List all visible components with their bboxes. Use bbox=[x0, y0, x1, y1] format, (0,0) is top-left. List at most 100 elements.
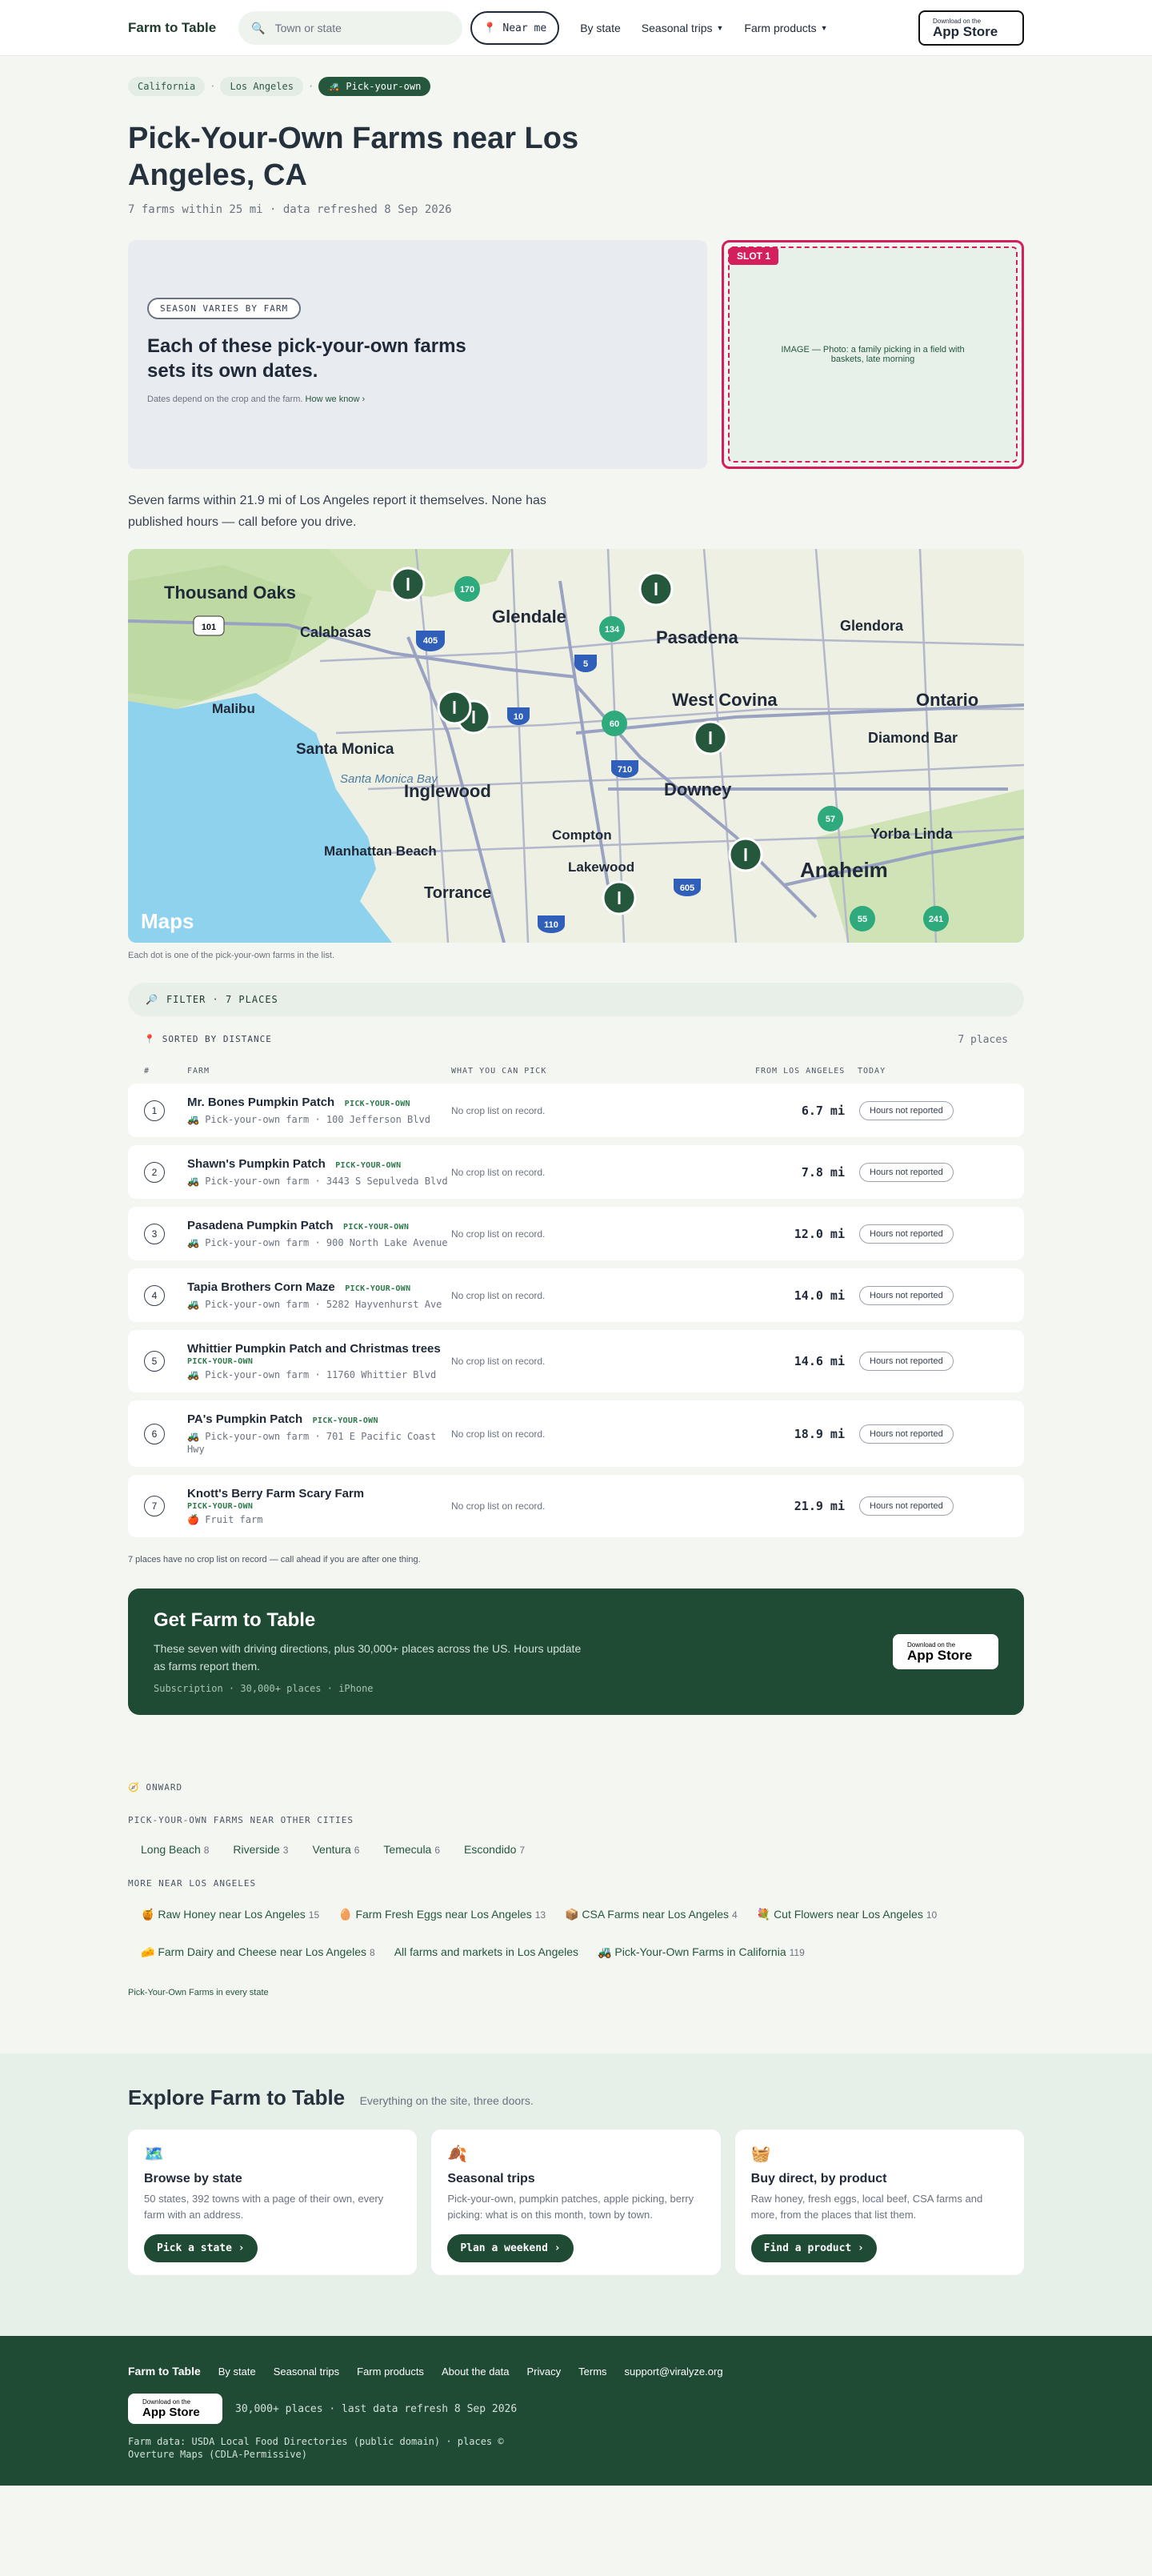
farm-marker[interactable] bbox=[728, 837, 763, 872]
card-text: Raw honey, fresh eggs, local beef, CSA f… bbox=[750, 2193, 983, 2221]
table-row[interactable]: 2 Shawn's Pumpkin Patch PICK-YOUR-OWN 🚜 Pi… bbox=[128, 1145, 1024, 1199]
season-pill: SEASON VARIES BY FARM bbox=[147, 298, 302, 319]
card-title: Buy direct, by product bbox=[750, 2172, 887, 2185]
more-links: 🍯 Raw Honey near Los Angeles 15 🥚 Farm Fre… bbox=[128, 1908, 1024, 1959]
breadcrumb-pick-your-own[interactable]: 🚜 Pick-your-own bbox=[318, 77, 431, 96]
farm-name[interactable]: PA's Pumpkin Patch bbox=[187, 1412, 302, 1426]
footer-link[interactable]: About the data bbox=[442, 2366, 510, 2378]
svg-text:10: 10 bbox=[514, 712, 523, 722]
related-link[interactable]: 🥚 Farm Fresh Eggs near Los Angeles 13 bbox=[338, 1908, 546, 1921]
app-cta: Get Farm to Table These seven with drivi… bbox=[128, 1588, 1024, 1715]
table-row[interactable]: 4 Tapia Brothers Corn Maze PICK-YOUR-OWN 🚜… bbox=[128, 1268, 1024, 1322]
near-me-button[interactable]: 📍 Near me bbox=[470, 11, 560, 45]
farm-marker[interactable] bbox=[638, 571, 674, 607]
card-button[interactable]: Pick a state › bbox=[144, 2234, 258, 2262]
crop-list: No crop list on record. bbox=[451, 1166, 546, 1178]
city-links: Long Beach 8 Riverside 3 Ventura 6 Temecula 6 Es… bbox=[128, 1843, 1024, 1856]
city-link[interactable]: Ventura 6 bbox=[312, 1843, 359, 1856]
highway-shield: 57 bbox=[818, 806, 843, 831]
hours-badge: Hours not reported bbox=[859, 1162, 954, 1182]
svg-text:710: 710 bbox=[618, 765, 632, 775]
search-input[interactable]: 🔍 Town or state bbox=[238, 11, 463, 45]
card-button[interactable]: Plan a weekend › bbox=[447, 2234, 574, 2262]
distance: 6.7 mi bbox=[801, 1103, 845, 1118]
farm-address: 🚜 Pick-your-own farm · 900 North Lake Av… bbox=[187, 1236, 451, 1249]
footer-link[interactable]: Seasonal trips bbox=[274, 2366, 339, 2378]
table-row[interactable]: 7 Knott's Berry Farm Scary Farm PICK-YOUR… bbox=[128, 1475, 1024, 1537]
farm-name[interactable]: Whittier Pumpkin Patch and Christmas tre… bbox=[187, 1342, 441, 1356]
season-panel: SEASON VARIES BY FARM Each of these pick… bbox=[128, 240, 707, 469]
row-number: 3 bbox=[144, 1223, 165, 1244]
related-link[interactable]: All farms and markets in Los Angeles bbox=[394, 1945, 578, 1959]
site-header: Farm to Table 🔍 Town or state 📍 Near me … bbox=[0, 0, 1152, 56]
city-count: 7 bbox=[519, 1845, 526, 1856]
farm-name[interactable]: Mr. Bones Pumpkin Patch bbox=[187, 1096, 334, 1109]
map-canvas: Thousand Oaks Calabasas Glendale Pasaden… bbox=[128, 549, 1024, 943]
highway-shield: 134 bbox=[599, 616, 625, 642]
filter-button[interactable]: 🔎 FILTER · 7 PLACES bbox=[128, 983, 1024, 1016]
nav-farm-products[interactable]: Farm products ▼ bbox=[744, 22, 827, 34]
app-store-badge[interactable]: Download on the App Store bbox=[893, 1634, 998, 1669]
farm-name[interactable]: Knott's Berry Farm Scary Farm bbox=[187, 1487, 364, 1500]
map-label: Yorba Linda bbox=[870, 826, 954, 842]
related-link[interactable]: 💐 Cut Flowers near Los Angeles 10 bbox=[757, 1908, 937, 1921]
card-button[interactable]: Find a product › bbox=[750, 2234, 877, 2262]
related-link[interactable]: 🍯 Raw Honey near Los Angeles 15 bbox=[141, 1908, 319, 1921]
every-state-link[interactable]: Pick-Your-Own Farms in every state bbox=[128, 1988, 1024, 1997]
nav-seasonal-trips[interactable]: Seasonal trips ▼ bbox=[642, 22, 724, 34]
breadcrumb-california[interactable]: California bbox=[128, 77, 206, 96]
city-link[interactable]: Long Beach 8 bbox=[141, 1843, 209, 1856]
footer-link[interactable]: support@viralyze.org bbox=[625, 2366, 723, 2378]
table-row[interactable]: 1 Mr. Bones Pumpkin Patch PICK-YOUR-OWN 🚜 … bbox=[128, 1084, 1024, 1137]
table-row[interactable]: 6 PA's Pumpkin Patch PICK-YOUR-OWN 🚜 Pick-… bbox=[128, 1400, 1024, 1467]
farm-subtitle: Pick-your-own farm · 5282 Hayvenhurst Av… bbox=[205, 1299, 442, 1310]
farm-address: 🚜 Pick-your-own farm · 701 E Pacific Coa… bbox=[187, 1430, 451, 1456]
svg-text:57: 57 bbox=[826, 815, 835, 824]
city-link[interactable]: Riverside 3 bbox=[233, 1843, 288, 1856]
farm-name[interactable]: Shawn's Pumpkin Patch bbox=[187, 1157, 326, 1171]
footer-link[interactable]: Terms bbox=[578, 2366, 606, 2378]
svg-text:241: 241 bbox=[929, 915, 943, 924]
breadcrumb-los-angeles[interactable]: Los Angeles bbox=[220, 77, 303, 96]
city-count: 6 bbox=[354, 1845, 360, 1856]
city-name: Ventura bbox=[312, 1843, 351, 1856]
related-link[interactable]: 📦 CSA Farms near Los Angeles 4 bbox=[565, 1908, 738, 1921]
farm-name[interactable]: Tapia Brothers Corn Maze bbox=[187, 1280, 335, 1294]
footer-logo[interactable]: Farm to Table bbox=[128, 2365, 201, 2378]
city-link[interactable]: Escondido 7 bbox=[464, 1843, 525, 1856]
related-link[interactable]: 🧀 Farm Dairy and Cheese near Los Angeles… bbox=[141, 1945, 375, 1959]
farm-marker[interactable] bbox=[390, 567, 426, 602]
hours-badge: Hours not reported bbox=[859, 1352, 954, 1371]
apple-fruit-icon: 🍎 bbox=[187, 1514, 199, 1525]
footer-link[interactable]: Farm products bbox=[357, 2366, 424, 2378]
distance: 18.9 mi bbox=[794, 1426, 845, 1441]
app-store-badge[interactable]: Download on the App Store bbox=[128, 2394, 222, 2424]
farm-list: 1 Mr. Bones Pumpkin Patch PICK-YOUR-OWN 🚜 … bbox=[128, 1084, 1024, 1537]
maps-logo: Maps bbox=[141, 909, 194, 933]
main-content: California · Los Angeles · 🚜 Pick-your-o… bbox=[128, 77, 1024, 1997]
farm-marker[interactable] bbox=[437, 690, 472, 725]
app-store-badge[interactable]: Download on the App Store bbox=[918, 10, 1024, 46]
map-label: Calabasas bbox=[300, 624, 371, 640]
how-we-know-link[interactable]: How we know › bbox=[306, 395, 366, 404]
farm-map[interactable]: Thousand Oaks Calabasas Glendale Pasaden… bbox=[128, 549, 1024, 943]
footer-link[interactable]: By state bbox=[218, 2366, 256, 2378]
farm-name[interactable]: Pasadena Pumpkin Patch bbox=[187, 1219, 334, 1232]
nav-by-state[interactable]: By state bbox=[580, 22, 621, 34]
related-link-label: Pick-Your-Own Farms in California bbox=[614, 1945, 786, 1958]
footer-link[interactable]: Privacy bbox=[527, 2366, 562, 2378]
row-number: 4 bbox=[144, 1284, 165, 1306]
intro-text: Seven farms within 21.9 mi of Los Angele… bbox=[128, 494, 546, 529]
farm-address: 🍎 Fruit farm bbox=[187, 1513, 451, 1526]
city-link[interactable]: Temecula 6 bbox=[383, 1843, 440, 1856]
sort-control[interactable]: 📍 SORTED BY DISTANCE bbox=[144, 1034, 272, 1046]
related-link[interactable]: 🚜 Pick-Your-Own Farms in California 119 bbox=[598, 1945, 805, 1959]
onward-section: 🧭 ONWARD PICK-YOUR-OWN FARMS NEAR OTHER … bbox=[128, 1782, 1024, 1997]
farm-marker[interactable] bbox=[602, 880, 637, 915]
farm-marker[interactable] bbox=[693, 720, 728, 755]
category-icon: 💐 bbox=[756, 1908, 771, 1921]
table-row[interactable]: 5 Whittier Pumpkin Patch and Christmas tr… bbox=[128, 1330, 1024, 1392]
page-meta: 7 farms within 25 mi · data refreshed 8 … bbox=[128, 203, 452, 216]
table-row[interactable]: 3 Pasadena Pumpkin Patch PICK-YOUR-OWN 🚜 P… bbox=[128, 1207, 1024, 1260]
site-logo[interactable]: Farm to Table bbox=[128, 20, 216, 36]
